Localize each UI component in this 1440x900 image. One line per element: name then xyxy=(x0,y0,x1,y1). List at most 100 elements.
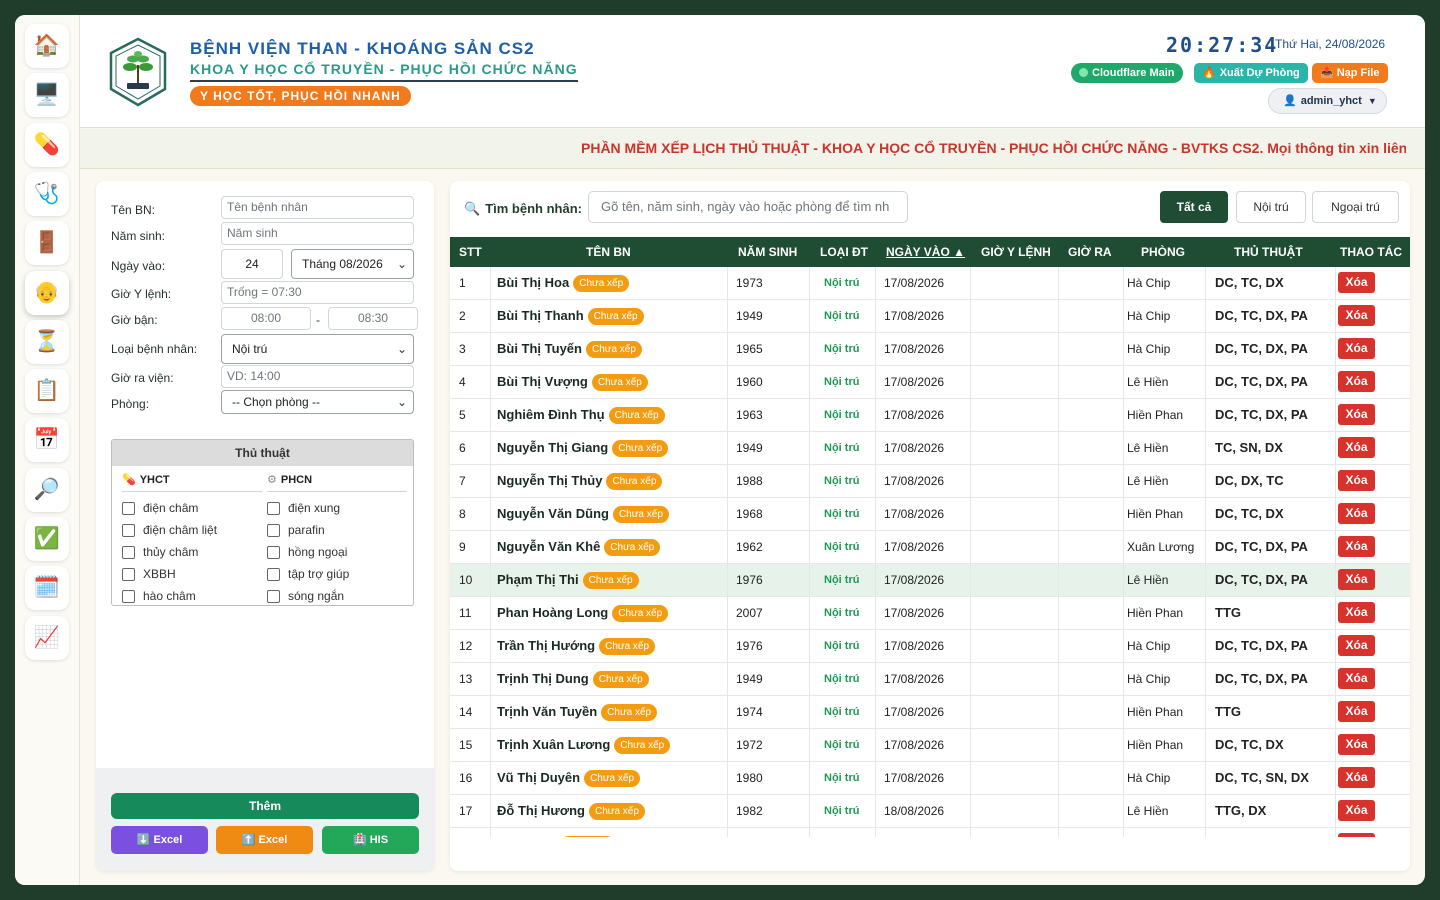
patient-name[interactable]: Trịnh Xuân Lương xyxy=(497,737,610,752)
busy-to-input[interactable]: 08:30 xyxy=(328,307,418,330)
table-row[interactable]: 7 Nguyễn Thị Thủy Chưa xếp 1988 Nội trú 17/08… xyxy=(450,465,1410,498)
patient-name[interactable]: Trần Thị Hướng xyxy=(497,638,595,653)
phcn-option[interactable]: parafin xyxy=(267,519,407,541)
delete-button[interactable]: Xóa xyxy=(1338,503,1375,524)
table-row[interactable]: 14 Trịnh Văn Tuyền Chưa xếp 1974 Nội trú 17/0… xyxy=(450,696,1410,729)
delete-button[interactable]: Xóa xyxy=(1338,371,1375,392)
patient-name[interactable]: Đỗ Thị Hương xyxy=(497,803,585,818)
table-row[interactable]: 13 Trịnh Thị Dung Chưa xếp 1949 Nội trú 17/08… xyxy=(450,663,1410,696)
patient-name[interactable]: Bùi Thị Tuyến xyxy=(497,341,582,356)
delete-button[interactable]: Xóa xyxy=(1338,437,1375,458)
phcn-checkbox[interactable] xyxy=(267,501,280,515)
delete-button[interactable]: Xóa xyxy=(1338,305,1375,326)
delete-button[interactable]: Xóa xyxy=(1338,272,1375,293)
filter-all-button[interactable]: Tất cả xyxy=(1160,191,1228,223)
col-order-time[interactable]: GIỜ Y LỆNH xyxy=(981,237,1051,267)
yhct-option[interactable]: hào châm xyxy=(122,585,262,605)
patient-name[interactable]: Trịnh Thị Dung xyxy=(497,671,589,686)
delete-button[interactable]: Xóa xyxy=(1338,536,1375,557)
sidebar-button-door[interactable]: 🚪 xyxy=(25,221,69,266)
sidebar-button-stethoscope[interactable]: 🩺 xyxy=(25,171,69,216)
admission-day-input[interactable]: 24 xyxy=(221,249,283,279)
table-row[interactable]: 6 Nguyễn Thị Giang Chưa xếp 1949 Nội trú 17/0… xyxy=(450,432,1410,465)
phcn-option[interactable]: sóng ngắn xyxy=(267,585,407,605)
discharge-time-input[interactable]: VD: 14:00 xyxy=(221,365,414,388)
phcn-option[interactable]: hồng ngoại xyxy=(267,541,407,563)
patient-name[interactable]: Phan Hoàng Long xyxy=(497,605,608,620)
patient-name[interactable]: Vũ Thị Duyên xyxy=(497,770,580,785)
patient-name[interactable]: Nguyễn Văn Dũng xyxy=(497,506,609,521)
export-backup-button[interactable]: 🔥 Xuất Dự Phòng xyxy=(1194,63,1308,83)
yhct-checkbox[interactable] xyxy=(122,589,135,603)
phcn-option[interactable]: điện xung xyxy=(267,497,407,519)
delete-button[interactable]: Xóa xyxy=(1338,833,1375,837)
patient-name[interactable]: Bùi Thị Thanh xyxy=(497,308,584,323)
patient-name[interactable]: Nguyễn Thị Thủy xyxy=(497,473,602,488)
yhct-checkbox[interactable] xyxy=(122,545,135,559)
load-file-button[interactable]: 📤 Nạp File xyxy=(1312,63,1388,83)
yhct-option[interactable]: thủy châm xyxy=(122,541,262,563)
name-input[interactable]: Tên bệnh nhân xyxy=(221,196,414,219)
excel-import-button[interactable]: ⬇️ Excel xyxy=(111,826,208,854)
yhct-checkbox[interactable] xyxy=(122,567,135,581)
his-button[interactable]: 🏥 HIS xyxy=(322,826,419,854)
patient-name[interactable]: Trịnh Văn Tuyền xyxy=(497,704,597,719)
birth-year-input[interactable]: Năm sinh xyxy=(221,222,414,245)
patient-name[interactable]: Nguyễn Văn Khê xyxy=(497,539,600,554)
phcn-checkbox[interactable] xyxy=(267,589,280,603)
col-patient-type[interactable]: LOẠI ĐT xyxy=(820,237,868,267)
yhct-option[interactable]: điện châm liệt xyxy=(122,519,262,541)
delete-button[interactable]: Xóa xyxy=(1338,404,1375,425)
col-procedure[interactable]: THỦ THUẬT xyxy=(1234,237,1303,267)
sidebar-button-check[interactable]: ✅ xyxy=(25,517,69,561)
sidebar-button-monitor[interactable]: 🖥️ xyxy=(25,73,69,118)
phcn-checkbox[interactable] xyxy=(267,523,280,537)
delete-button[interactable]: Xóa xyxy=(1338,569,1375,590)
delete-button[interactable]: Xóa xyxy=(1338,602,1375,623)
order-time-input[interactable]: Trống = 07:30 xyxy=(221,281,414,304)
delete-button[interactable]: Xóa xyxy=(1338,338,1375,359)
patient-name[interactable]: Lê Thị Ba xyxy=(497,836,556,837)
delete-button[interactable]: Xóa xyxy=(1338,668,1375,689)
delete-button[interactable]: Xóa xyxy=(1338,734,1375,755)
col-room[interactable]: PHÒNG xyxy=(1141,237,1185,267)
col-admission-date[interactable]: NGÀY VÀO ▲ xyxy=(886,237,965,267)
table-row[interactable]: 18 Lê Thị BaChưa xếp 1956 Nội trú 18/08/2026… xyxy=(450,828,1410,837)
room-select[interactable]: -- Chọn phòng -- ⌄ xyxy=(221,390,414,414)
excel-export-button[interactable]: ⬆️ Excel xyxy=(216,826,313,854)
table-row[interactable]: 2 Bùi Thị Thanh Chưa xếp 1949 Nội trú 17/08/2… xyxy=(450,300,1410,333)
delete-button[interactable]: Xóa xyxy=(1338,767,1375,788)
search-input[interactable]: Gõ tên, năm sinh, ngày vào hoặc phòng để… xyxy=(588,191,908,223)
delete-button[interactable]: Xóa xyxy=(1338,635,1375,656)
col-name[interactable]: TÊN BN xyxy=(586,237,631,267)
table-row[interactable]: 8 Nguyễn Văn Dũng Chưa xếp 1968 Nội trú 17/08… xyxy=(450,498,1410,531)
phcn-checkbox[interactable] xyxy=(267,545,280,559)
table-row[interactable]: 4 Bùi Thị Vượng Chưa xếp 1960 Nội trú 17/08/2… xyxy=(450,366,1410,399)
sidebar-button-hourglass[interactable]: ⏳ xyxy=(25,319,69,364)
table-row[interactable]: 9 Nguyễn Văn Khê Chưa xếp 1962 Nội trú 17/08/… xyxy=(450,531,1410,564)
filter-outpatient-button[interactable]: Ngoại trú xyxy=(1312,191,1399,223)
sidebar-button-search[interactable]: 🔎 xyxy=(25,467,69,512)
table-row[interactable]: 12 Trần Thị Hướng Chưa xếp 1976 Nội trú 17/08… xyxy=(450,630,1410,663)
user-menu[interactable]: 👤 admin_yhct ▼ xyxy=(1268,88,1387,114)
table-row[interactable]: 16 Vũ Thị Duyên Chưa xếp 1980 Nội trú 17/08/2… xyxy=(450,762,1410,795)
yhct-checkbox[interactable] xyxy=(122,501,135,515)
phcn-checkbox[interactable] xyxy=(267,567,280,581)
table-row[interactable]: 17 Đỗ Thị Hương Chưa xếp 1982 Nội trú 18/08/2… xyxy=(450,795,1410,828)
busy-from-input[interactable]: 08:00 xyxy=(221,307,311,330)
delete-button[interactable]: Xóa xyxy=(1338,701,1375,722)
sidebar-button-chart[interactable]: 📈 xyxy=(25,615,69,660)
patient-name[interactable]: Bùi Thị Vượng xyxy=(497,374,588,389)
patient-name[interactable]: Bùi Thị Hoa xyxy=(497,275,569,290)
patient-name[interactable]: Nghiêm Đình Thụ xyxy=(497,407,605,422)
phcn-option[interactable]: tập trợ giúp xyxy=(267,563,407,585)
sidebar-button-pill[interactable]: 💊 xyxy=(25,122,69,167)
patient-name[interactable]: Phạm Thị Thi xyxy=(497,572,579,587)
sidebar-button-patient[interactable]: 👴 xyxy=(25,270,69,315)
col-actions[interactable]: THAO TÁC xyxy=(1340,237,1402,267)
sidebar-button-schedule[interactable]: 🗓️ xyxy=(25,566,69,611)
filter-inpatient-button[interactable]: Nội trú xyxy=(1236,191,1306,223)
cloudflare-main-button[interactable]: Cloudflare Main xyxy=(1071,63,1183,83)
col-birth-year[interactable]: NĂM SINH xyxy=(738,237,797,267)
yhct-checkbox[interactable] xyxy=(122,523,135,537)
